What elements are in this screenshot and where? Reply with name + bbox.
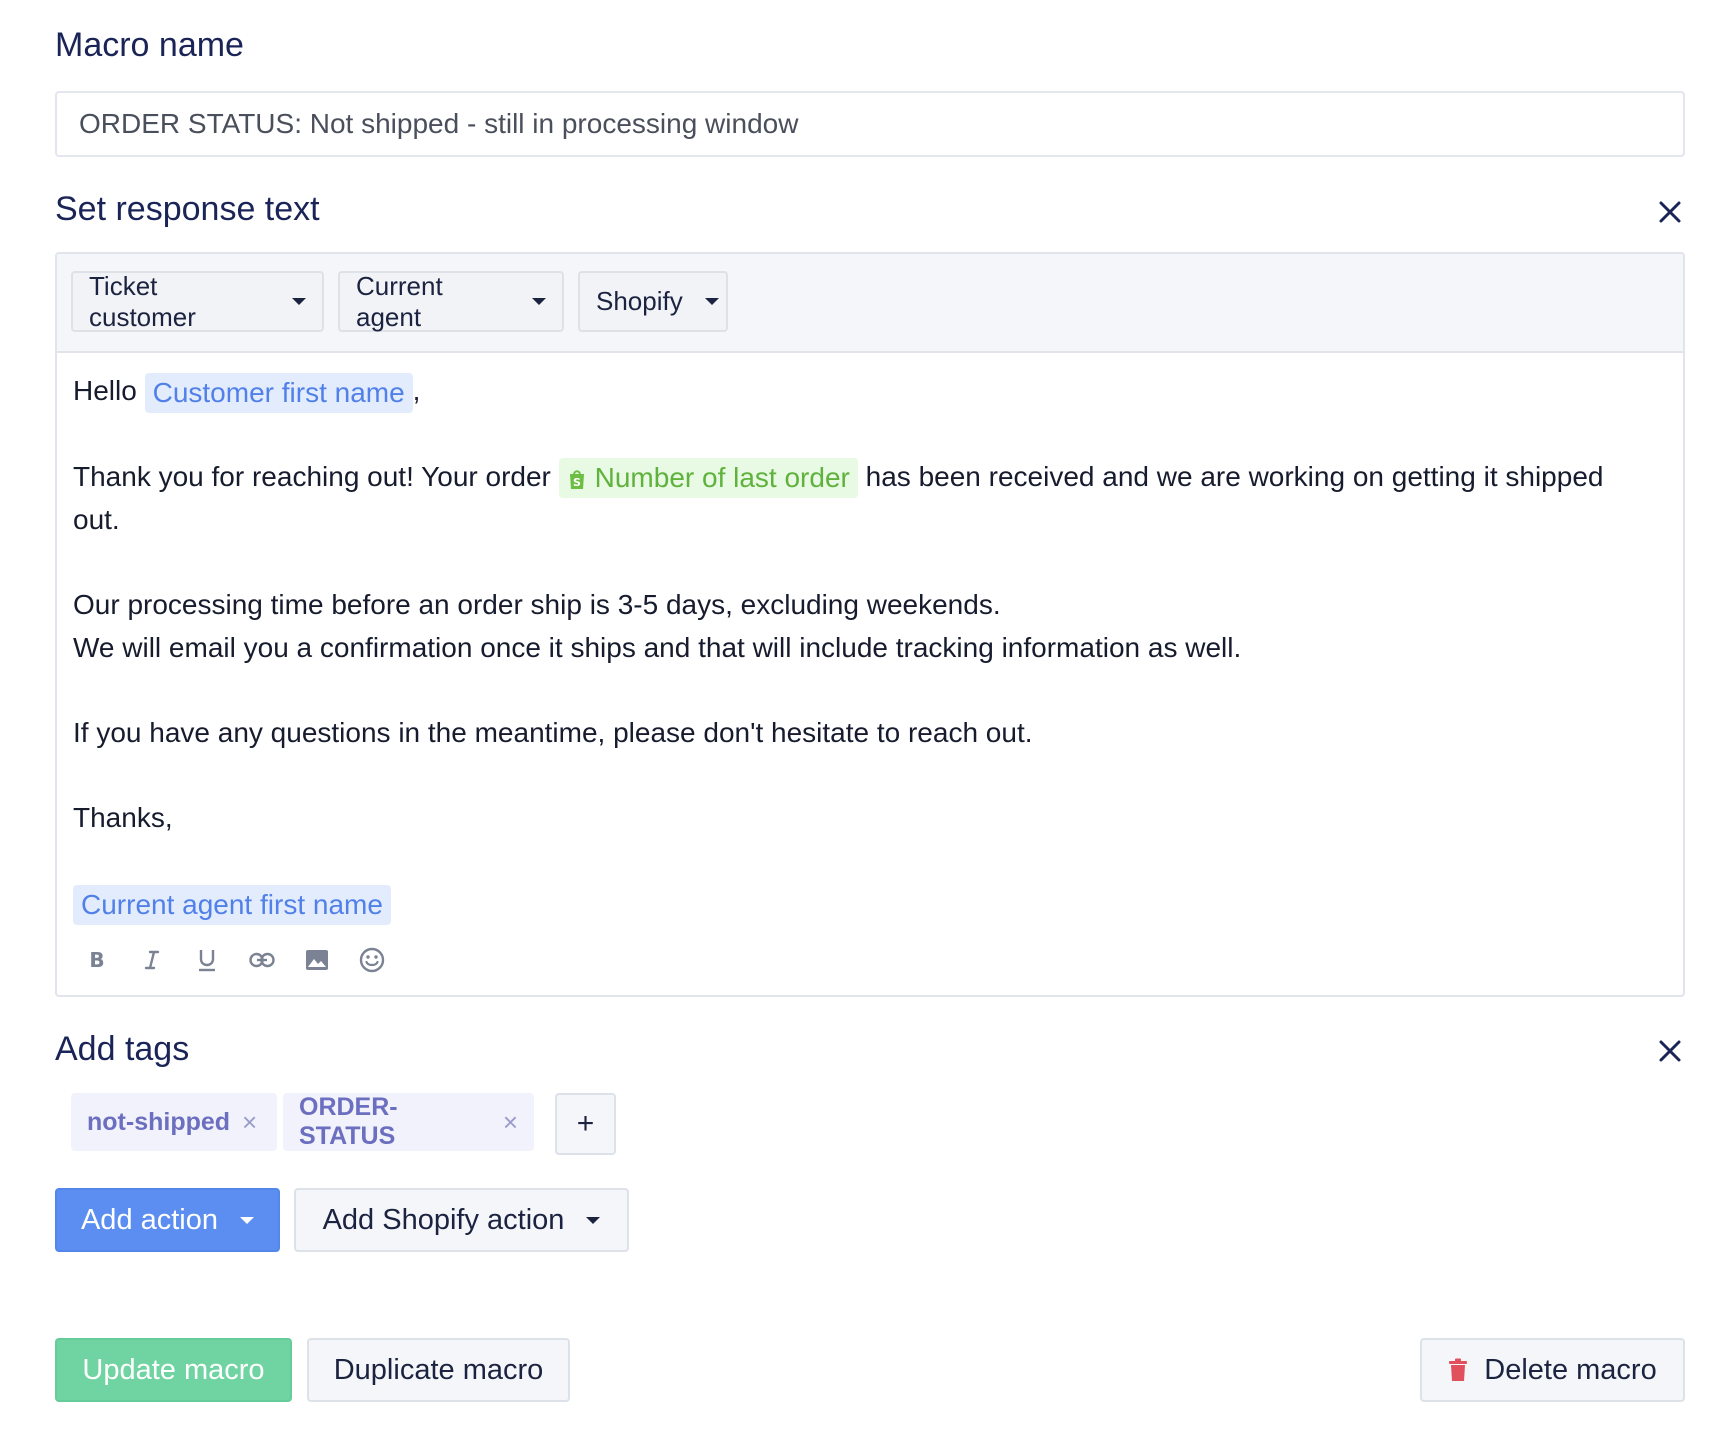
ticket-customer-label: Ticket customer	[89, 270, 196, 332]
add-tag-button[interactable]: +	[555, 1093, 616, 1155]
processing-time-line: Our processing time before an order ship…	[73, 589, 1001, 621]
response-text-heading: Set response text	[55, 190, 320, 228]
variable-toolbar: Ticket customer Current agent Shopify	[57, 254, 1683, 353]
add-shopify-action-button[interactable]: Add Shopify action	[294, 1188, 629, 1252]
greeting-text: Hello	[73, 375, 137, 406]
customer-first-name-variable[interactable]: Customer first name	[144, 372, 413, 413]
signoff-line: Thanks,	[73, 802, 173, 834]
remove-tag-icon[interactable]: ×	[503, 1107, 518, 1138]
emoji-icon[interactable]	[356, 944, 388, 976]
bold-icon[interactable]: B	[81, 944, 113, 976]
underline-icon[interactable]	[191, 944, 223, 976]
questions-line: If you have any questions in the meantim…	[73, 717, 1033, 749]
trash-icon	[1449, 1358, 1468, 1381]
tag-not-shipped: not-shipped ×	[71, 1093, 277, 1151]
last-order-number-variable[interactable]: S Number of last order	[558, 458, 858, 499]
delete-macro-label: Delete macro	[1484, 1353, 1657, 1386]
greeting-line: Hello Customer first name,	[73, 369, 1653, 413]
duplicate-macro-button[interactable]: Duplicate macro	[307, 1338, 570, 1402]
ticket-customer-dropdown[interactable]: Ticket customer	[71, 271, 324, 332]
delete-macro-button[interactable]: Delete macro	[1420, 1338, 1685, 1402]
macro-editor-page: Macro name Set response text Ticket cust…	[0, 0, 1728, 1436]
tag-label: ORDER-STATUS	[299, 1093, 398, 1150]
update-macro-button[interactable]: Update macro	[55, 1338, 292, 1402]
current-agent-label: Current agent	[356, 270, 443, 332]
add-action-button[interactable]: Add action	[55, 1188, 280, 1252]
last-order-number-label: Number of last order	[594, 462, 850, 494]
chevron-down-icon	[704, 298, 719, 305]
tag-order-status: ORDER-STATUS ×	[283, 1093, 534, 1151]
shopify-dropdown[interactable]: Shopify	[578, 271, 728, 332]
chevron-down-icon	[586, 1216, 601, 1224]
tag-label: not-shipped	[87, 1107, 231, 1136]
chevron-down-icon	[240, 1216, 255, 1224]
image-icon[interactable]	[301, 944, 333, 976]
thanks-order-line: Thank you for reaching out! Your order S…	[73, 455, 1653, 542]
add-tags-heading: Add tags	[55, 1030, 190, 1068]
macro-name-heading: Macro name	[55, 26, 244, 64]
agent-signature-line: Current agent first name	[73, 881, 1653, 925]
agent-first-name-variable[interactable]: Current agent first name	[73, 884, 391, 925]
italic-icon[interactable]	[136, 944, 168, 976]
chevron-down-icon	[292, 298, 306, 305]
response-editor[interactable]: Ticket customer Current agent Shopify He…	[55, 252, 1685, 997]
add-shopify-action-label: Add Shopify action	[322, 1203, 565, 1236]
link-icon[interactable]	[246, 944, 278, 976]
svg-text:B: B	[89, 949, 104, 971]
close-response-text-icon[interactable]	[1655, 197, 1685, 227]
close-tags-icon[interactable]	[1655, 1036, 1685, 1066]
current-agent-dropdown[interactable]: Current agent	[338, 271, 564, 332]
response-body[interactable]: Hello Customer first name, Thank you for…	[73, 369, 1653, 925]
format-toolbar: B	[81, 944, 388, 976]
add-action-label: Add action	[80, 1203, 219, 1236]
shopify-bag-icon: S	[569, 470, 584, 490]
remove-tag-icon[interactable]: ×	[242, 1107, 257, 1138]
thanks-text: Thank you for reaching out! Your order	[73, 460, 551, 492]
shopify-label: Shopify	[596, 286, 683, 316]
greeting-comma: ,	[412, 375, 421, 406]
chevron-down-icon	[532, 298, 546, 305]
macro-name-input[interactable]	[55, 91, 1685, 157]
svg-text:S: S	[573, 476, 581, 489]
confirmation-line: We will email you a confirmation once it…	[73, 632, 1242, 664]
